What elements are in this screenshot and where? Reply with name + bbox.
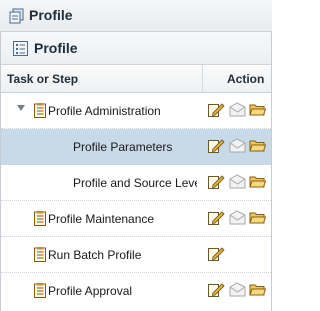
column-header-task[interactable]: Task or Step bbox=[7, 72, 78, 86]
view-icon[interactable] bbox=[229, 102, 246, 117]
page-title: Profile bbox=[29, 7, 73, 23]
task-label[interactable]: Profile Administration bbox=[48, 104, 161, 118]
checklist-icon bbox=[34, 103, 46, 118]
view-icon[interactable] bbox=[229, 174, 246, 189]
task-label[interactable]: Run Batch Profile bbox=[48, 248, 141, 262]
task-label[interactable]: Profile and Source Leve bbox=[73, 176, 197, 190]
table-row[interactable]: Profile Maintenance bbox=[1, 201, 271, 237]
table-row[interactable]: Run Batch Profile bbox=[1, 237, 271, 273]
edit-icon[interactable] bbox=[208, 246, 225, 261]
checklist-icon bbox=[34, 211, 46, 226]
table-row[interactable]: Profile Administration bbox=[1, 93, 271, 129]
collapse-triangle-icon[interactable] bbox=[17, 105, 25, 111]
edit-icon[interactable] bbox=[208, 102, 225, 117]
panel-header: Profile bbox=[1, 32, 271, 65]
checklist-icon bbox=[34, 247, 46, 262]
view-icon[interactable] bbox=[229, 282, 246, 297]
task-label[interactable]: Profile Approval bbox=[48, 284, 132, 298]
task-label[interactable]: Profile Parameters bbox=[73, 140, 172, 154]
table-row[interactable]: Profile and Source Leve bbox=[1, 165, 271, 201]
open-folder-icon[interactable] bbox=[249, 282, 266, 297]
panel-title: Profile bbox=[34, 40, 78, 56]
table-row[interactable]: Profile Parameters bbox=[1, 129, 271, 165]
page-header: Profile bbox=[0, 0, 272, 32]
checklist-icon bbox=[34, 283, 46, 298]
table-header: Task or Step Action bbox=[1, 65, 271, 93]
profile-panel: Profile Task or Step Action Profile Admi… bbox=[0, 32, 272, 311]
open-folder-icon[interactable] bbox=[249, 102, 266, 117]
edit-icon[interactable] bbox=[208, 174, 225, 189]
open-folder-icon[interactable] bbox=[249, 138, 266, 153]
open-folder-icon[interactable] bbox=[249, 174, 266, 189]
edit-icon[interactable] bbox=[208, 138, 225, 153]
column-header-action[interactable]: Action bbox=[227, 72, 264, 86]
profile-icon bbox=[9, 8, 24, 24]
column-divider bbox=[202, 65, 203, 92]
view-icon[interactable] bbox=[229, 138, 246, 153]
edit-icon[interactable] bbox=[208, 210, 225, 225]
edit-icon[interactable] bbox=[208, 282, 225, 297]
open-folder-icon[interactable] bbox=[249, 210, 266, 225]
view-icon[interactable] bbox=[229, 210, 246, 225]
profile-list-icon bbox=[13, 41, 28, 56]
table-row[interactable]: Profile Approval bbox=[1, 273, 271, 309]
task-label[interactable]: Profile Maintenance bbox=[48, 212, 154, 226]
